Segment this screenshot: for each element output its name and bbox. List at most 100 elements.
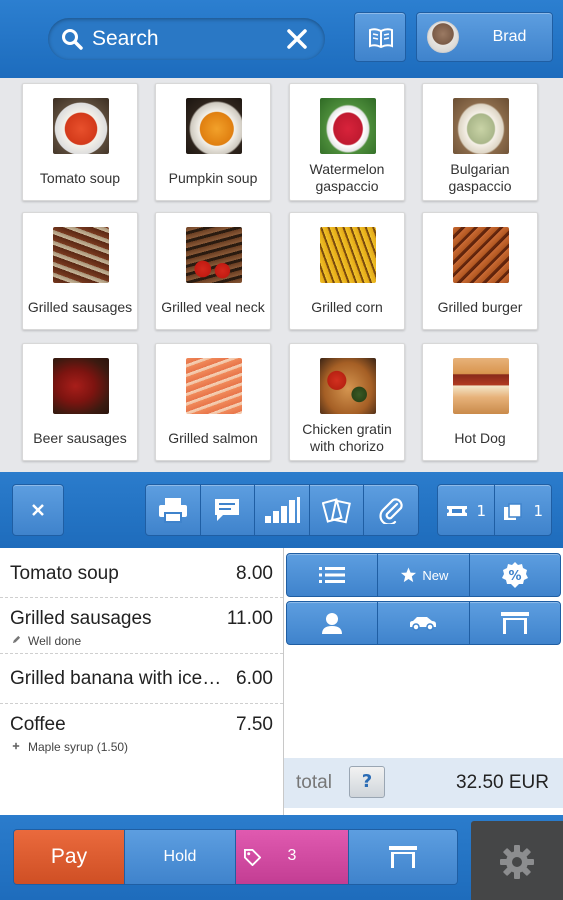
product-label: Chicken gratin with chorizo xyxy=(302,421,392,454)
delivery-button[interactable] xyxy=(378,602,470,644)
action-row-bottom xyxy=(286,601,561,645)
user-name: Brad xyxy=(492,28,527,45)
product-tile[interactable]: Chicken gratin with chorizo xyxy=(289,343,405,461)
toolbar-counters: 1 1 xyxy=(437,484,552,536)
open-book-icon xyxy=(369,28,393,49)
search-icon xyxy=(62,29,83,50)
menu-book-button[interactable] xyxy=(354,12,406,62)
order-item-price: 6.00 xyxy=(236,668,273,689)
list-button[interactable] xyxy=(287,554,379,596)
product-label: Grilled corn xyxy=(311,298,383,315)
order-actions-panel: New % total ? 32.50 EUR xyxy=(283,548,563,815)
search-input[interactable]: Search xyxy=(48,18,325,60)
tag-count: 3 xyxy=(287,847,297,864)
product-label: Grilled veal neck xyxy=(161,298,265,315)
statistics-button[interactable] xyxy=(255,485,310,535)
clear-order-button[interactable] xyxy=(12,484,64,536)
ticket-count: 1 xyxy=(476,502,486,520)
pencil-icon xyxy=(12,635,21,644)
attach-button[interactable] xyxy=(364,485,418,535)
order-list: Tomato soup 8.00 Grilled sausages 11.00 … xyxy=(0,548,283,815)
grilled-salmon-photo xyxy=(186,358,242,414)
order-item-name: Coffee xyxy=(10,714,66,735)
copy-counter-button[interactable]: 1 xyxy=(495,485,551,535)
product-tile[interactable]: Beer sausages xyxy=(22,343,138,461)
help-button[interactable]: ? xyxy=(349,766,385,798)
search-placeholder: Search xyxy=(92,27,159,50)
car-icon xyxy=(410,617,437,631)
user-button[interactable]: Brad xyxy=(416,12,553,62)
order-item-price: 7.50 xyxy=(236,714,273,735)
grilled-burger-photo xyxy=(453,227,509,283)
printer-icon xyxy=(158,498,187,523)
product-grid: Tomato soup Pumpkin soup Watermelon gasp… xyxy=(0,78,563,472)
tags-button[interactable]: 3 xyxy=(235,830,348,884)
customer-button[interactable] xyxy=(287,602,379,644)
product-label: Tomato soup xyxy=(39,169,121,186)
product-tile[interactable]: Tomato soup xyxy=(22,83,138,201)
product-tile[interactable]: Pumpkin soup xyxy=(155,83,271,201)
comment-icon xyxy=(215,499,240,521)
pumpkin-soup-photo xyxy=(186,98,242,154)
comment-button[interactable] xyxy=(201,485,256,535)
total-amount: 32.50 EUR xyxy=(456,772,549,793)
order-item[interactable]: Grilled sausages 11.00 Well done xyxy=(0,598,283,654)
action-row-top: New % xyxy=(286,553,561,597)
copy-count: 1 xyxy=(533,502,543,520)
product-tile[interactable]: Grilled sausages xyxy=(22,212,138,330)
grilled-sausages-photo xyxy=(53,227,109,283)
toolbar-actions xyxy=(145,484,419,536)
product-tile[interactable]: Grilled salmon xyxy=(155,343,271,461)
product-tile[interactable]: Grilled burger xyxy=(422,212,538,330)
product-label: Watermelon gaspaccio xyxy=(309,161,385,194)
new-favorite-button[interactable]: New xyxy=(378,554,470,596)
product-tile[interactable]: Grilled corn xyxy=(289,212,405,330)
order-item-price: 8.00 xyxy=(236,563,273,584)
signal-bars-icon xyxy=(264,497,300,523)
hold-button[interactable]: Hold xyxy=(124,830,235,884)
paperclip-icon xyxy=(379,498,403,524)
ticket-counter-button[interactable]: 1 xyxy=(438,485,495,535)
product-label: Grilled sausages xyxy=(27,298,133,315)
order-item[interactable]: Coffee 7.50 Maple syrup (1.50) xyxy=(0,704,283,766)
hot-dog-photo xyxy=(453,358,509,414)
list-icon xyxy=(319,567,346,583)
product-label: Grilled burger xyxy=(437,298,523,315)
pay-button[interactable]: Pay xyxy=(14,830,124,884)
product-tile[interactable]: Hot Dog xyxy=(422,343,538,461)
plus-icon xyxy=(12,742,20,750)
order-item-price: 11.00 xyxy=(226,608,273,629)
grilled-veal-neck-photo xyxy=(186,227,242,283)
product-tile[interactable]: Grilled veal neck xyxy=(155,212,271,330)
table-icon xyxy=(389,846,417,868)
table-button[interactable] xyxy=(470,602,560,644)
order-item[interactable]: Tomato soup 8.00 xyxy=(0,548,283,598)
print-button[interactable] xyxy=(146,485,201,535)
order-item-modifier: Well done xyxy=(28,634,82,648)
new-label: New xyxy=(422,568,449,583)
beer-sausages-photo xyxy=(53,358,109,414)
close-icon xyxy=(32,504,44,516)
settings-button[interactable] xyxy=(471,821,563,900)
product-tile[interactable]: Bulgarian gaspaccio xyxy=(422,83,538,201)
order-item-modifier: Maple syrup (1.50) xyxy=(28,740,129,754)
discount-button[interactable]: % xyxy=(470,554,560,596)
total-bar: total ? 32.50 EUR xyxy=(284,758,563,808)
table-view-button[interactable] xyxy=(348,830,457,884)
bulgarian-gaspaccio-photo xyxy=(453,98,509,154)
split-bill-button[interactable] xyxy=(310,485,365,535)
product-tile[interactable]: Watermelon gaspaccio xyxy=(289,83,405,201)
bottom-bar: Pay Hold 3 xyxy=(0,815,563,900)
product-label: Hot Dog xyxy=(454,429,506,446)
tomato-soup-photo xyxy=(53,98,109,154)
order-toolbar: 1 1 xyxy=(0,472,563,548)
order-item-name: Tomato soup xyxy=(10,563,119,584)
order-item[interactable]: Grilled banana with ice… 6.00 xyxy=(0,654,283,704)
checkout-actions: Pay Hold 3 xyxy=(13,829,458,885)
clear-search-icon[interactable] xyxy=(285,27,309,51)
ticket-icon xyxy=(447,506,467,516)
gear-icon xyxy=(500,845,534,879)
top-bar: Search Brad xyxy=(0,0,563,78)
product-label: Bulgarian gaspaccio xyxy=(448,161,512,194)
star-icon xyxy=(401,567,417,583)
